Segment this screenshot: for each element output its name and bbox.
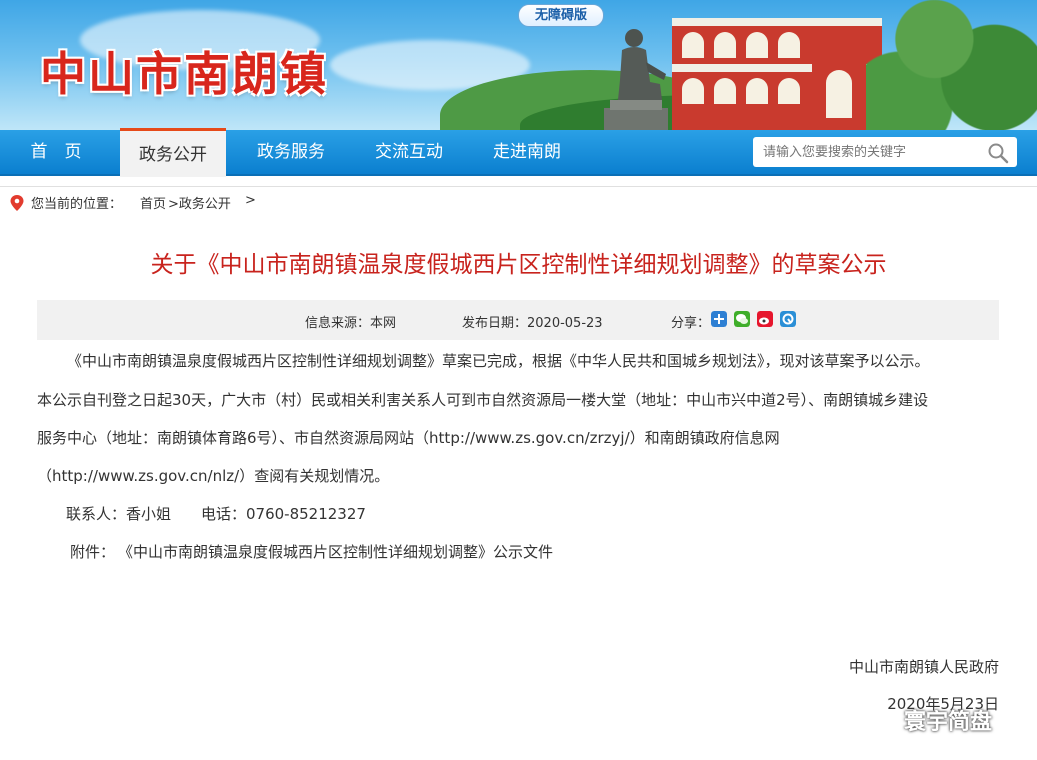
breadcrumb-separator: >: [245, 193, 256, 208]
contact-line: 联系人：香小姐 电话：0760-85212327: [66, 505, 366, 523]
breadcrumb-section-link[interactable]: >政务公开: [168, 193, 231, 212]
watermark-text: 寰宇简盘: [904, 710, 993, 735]
banner-trees: [866, 0, 1037, 130]
share-label: 分享：: [671, 316, 711, 331]
wechat-icon[interactable]: [734, 311, 750, 327]
statue-image: [604, 29, 668, 130]
share-more-icon[interactable]: [711, 311, 727, 327]
breadcrumb: 您当前的位置： 首页 >政务公开 >: [0, 186, 1037, 217]
body-line-3: 服务中心（地址：南朗镇体育路6号）、市自然资源局网站（http://www.zs…: [37, 429, 780, 447]
body-line-1: 《中山市南朗镇温泉度假城西片区控制性详细规划调整》草案已完成，根据《中华人民共和…: [67, 352, 930, 370]
main-nav: 首 页 政务公开 政务服务 交流互动 走进南朗: [0, 128, 1037, 177]
weibo-icon[interactable]: [757, 311, 773, 327]
nav-interaction[interactable]: 交流互动: [354, 130, 464, 174]
search-icon[interactable]: [987, 142, 1009, 164]
attachment-label: 附件：: [70, 543, 116, 561]
breadcrumb-label: 您当前的位置：: [31, 197, 123, 212]
body-line-4: （http://www.zs.gov.cn/nlz/）查阅有关规划情况。: [37, 467, 390, 485]
qzone-icon[interactable]: [780, 311, 796, 327]
nav-services[interactable]: 政务服务: [236, 130, 346, 174]
site-title: 中山市南朗镇: [40, 47, 328, 101]
search-box: [753, 137, 1017, 167]
accessibility-button[interactable]: 无障碍版: [518, 4, 604, 27]
search-input[interactable]: [753, 137, 983, 167]
body-line-2: 本公示自刊登之日起30天，广大市（村）民或相关利害关系人可到市自然资源局一楼大堂…: [37, 391, 929, 409]
nav-about[interactable]: 走进南朗: [472, 130, 582, 174]
banner-tower: [812, 30, 866, 130]
signer: 中山市南朗镇人民政府: [848, 658, 999, 676]
nav-government-affairs[interactable]: 政务公开: [120, 128, 226, 177]
article-title: 关于《中山市南朗镇温泉度假城西片区控制性详细规划调整》的草案公示: [150, 252, 887, 278]
article-date: 发布日期：2020-05-23: [462, 316, 603, 331]
article-meta-bar: 信息来源：本网 发布日期：2020-05-23 分享：: [37, 300, 999, 340]
location-pin-icon: [10, 195, 24, 211]
article-source: 信息来源：本网: [305, 316, 397, 331]
attachment-link[interactable]: 《中山市南朗镇温泉度假城西片区控制性详细规划调整》公示文件: [118, 541, 553, 562]
watermark-wechat-icon: [869, 708, 897, 730]
header-banner: 无障碍版 中山市南朗镇: [0, 0, 1037, 130]
nav-home[interactable]: 首 页: [0, 130, 112, 174]
breadcrumb-home-link[interactable]: 首页: [140, 193, 166, 212]
